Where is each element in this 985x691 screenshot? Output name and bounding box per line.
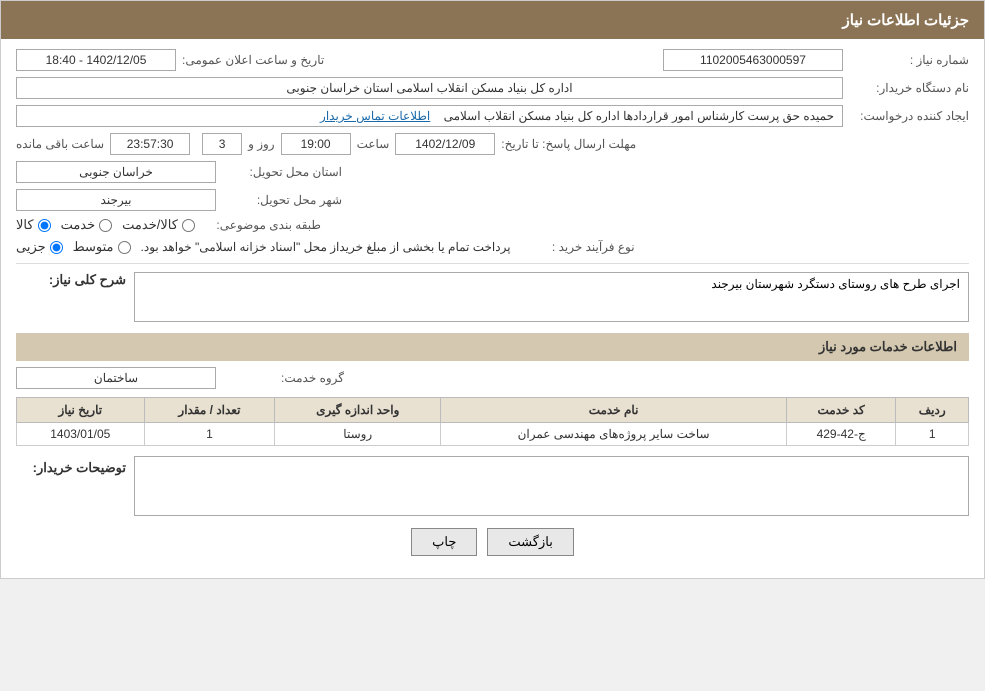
- need-number-value: 1102005463000597: [663, 49, 843, 71]
- col-service-name: نام خدمت: [441, 398, 787, 423]
- purchase-type-radio-group: پرداخت تمام یا بخشی از مبلغ خریداز محل "…: [16, 239, 511, 255]
- need-desc-textarea[interactable]: [134, 272, 969, 322]
- col-date: تاریخ نیاز: [17, 398, 145, 423]
- cell-unit: روستا: [275, 423, 441, 446]
- print-button[interactable]: چاپ: [411, 528, 477, 556]
- creator-label: ایجاد کننده درخواست:: [849, 109, 969, 123]
- buyer-desc-box: [134, 456, 969, 516]
- category-khedmat-label: خدمت: [61, 217, 96, 233]
- city-label: شهر محل تحویل:: [222, 193, 342, 207]
- category-kala-radio[interactable]: [38, 219, 51, 232]
- deadline-date-value: 1402/12/09: [395, 133, 495, 155]
- cell-count: 1: [144, 423, 275, 446]
- service-group-label: گروه خدمت:: [224, 371, 344, 385]
- category-khedmat-radio[interactable]: [99, 219, 112, 232]
- purchase-type-label: نوع فرآیند خرید :: [515, 240, 635, 254]
- need-number-label: شماره نیاز :: [849, 53, 969, 67]
- buttons-row: بازگشت چاپ: [16, 528, 969, 556]
- category-khedmat-option[interactable]: خدمت: [61, 217, 113, 233]
- category-kala-label: کالا: [16, 217, 34, 233]
- category-label: طبقه بندی موضوعی:: [201, 218, 321, 232]
- deadline-time-value: 19:00: [281, 133, 351, 155]
- province-value: خراسان جنوبی: [16, 161, 216, 183]
- deadline-days-value: 3: [202, 133, 242, 155]
- purchase-jozvi-label: جزیی: [16, 239, 46, 255]
- deadline-remaining-label: ساعت باقی مانده: [16, 137, 104, 151]
- cell-name: ساخت سایر پروژه‌های مهندسی عمران: [441, 423, 787, 446]
- deadline-remaining-value: 23:57:30: [110, 133, 190, 155]
- page-header: جزئیات اطلاعات نیاز: [1, 1, 984, 39]
- purchase-motavvaset-label: متوسط: [73, 239, 114, 255]
- table-row: 1 ج-42-429 ساخت سایر پروژه‌های مهندسی عم…: [17, 423, 969, 446]
- services-info-title: اطلاعات خدمات مورد نیاز: [16, 333, 969, 361]
- cell-date: 1403/01/05: [17, 423, 145, 446]
- announce-date-label: تاریخ و ساعت اعلان عمومی:: [182, 53, 324, 67]
- buyer-org-label: نام دستگاه خریدار:: [849, 81, 969, 95]
- deadline-label: مهلت ارسال پاسخ: تا تاریخ:: [501, 137, 636, 151]
- category-kala-khedmat-radio[interactable]: [182, 219, 195, 232]
- buyer-org-value: اداره کل بنیاد مسکن انقلاب اسلامی استان …: [16, 77, 843, 99]
- province-label: استان محل تحویل:: [222, 165, 342, 179]
- contact-link[interactable]: اطلاعات تماس خریدار: [320, 109, 430, 123]
- services-table: ردیف کد خدمت نام خدمت واحد اندازه گیری ت…: [16, 397, 969, 446]
- col-count: تعداد / مقدار: [144, 398, 275, 423]
- purchase-jozvi-option[interactable]: جزیی: [16, 239, 63, 255]
- divider-1: [16, 263, 969, 264]
- deadline-days-label: روز و: [248, 137, 275, 151]
- cell-code: ج-42-429: [786, 423, 895, 446]
- services-table-section: ردیف کد خدمت نام خدمت واحد اندازه گیری ت…: [16, 397, 969, 446]
- col-unit: واحد اندازه گیری: [275, 398, 441, 423]
- announce-date-value: 1402/12/05 - 18:40: [16, 49, 176, 71]
- need-desc-label: شرح کلی نیاز:: [49, 272, 126, 287]
- category-kala-option[interactable]: کالا: [16, 217, 51, 233]
- service-group-value: ساختمان: [16, 367, 216, 389]
- col-service-code: کد خدمت: [786, 398, 895, 423]
- creator-value: حمیده حق پرست کارشناس امور قراردادها ادا…: [16, 105, 843, 127]
- city-value: بیرجند: [16, 189, 216, 211]
- category-kala-khedmat-option[interactable]: کالا/خدمت: [122, 217, 195, 233]
- purchase-desc: پرداخت تمام یا بخشی از مبلغ خریداز محل "…: [141, 240, 511, 254]
- purchase-motavvaset-option[interactable]: متوسط: [73, 239, 131, 255]
- cell-row: 1: [896, 423, 969, 446]
- purchase-jozvi-radio[interactable]: [50, 241, 63, 254]
- purchase-motavvaset-radio[interactable]: [118, 241, 131, 254]
- back-button[interactable]: بازگشت: [487, 528, 573, 556]
- category-kala-khedmat-label: کالا/خدمت: [122, 217, 178, 233]
- buyer-desc-label: توضیحات خریدار:: [33, 460, 126, 475]
- page-title: جزئیات اطلاعات نیاز: [843, 12, 970, 29]
- deadline-time-label: ساعت: [357, 137, 390, 151]
- category-radio-group: کالا/خدمت خدمت کالا: [16, 217, 195, 233]
- col-row-number: ردیف: [896, 398, 969, 423]
